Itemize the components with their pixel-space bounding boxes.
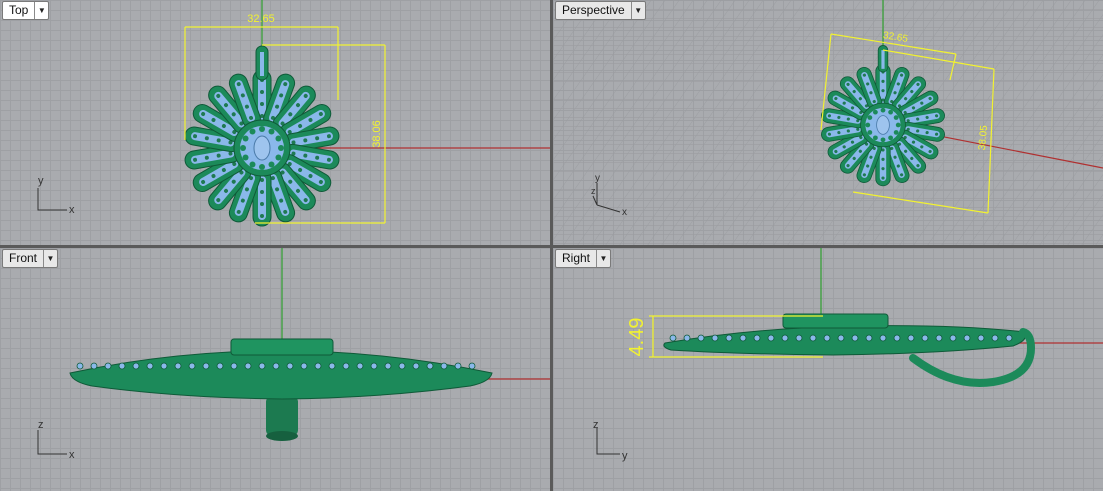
- axis-gizmo: [596, 428, 620, 455]
- gizmo-label-b: y: [622, 450, 628, 462]
- right-canvas: 4.49 z y: [593, 248, 1103, 462]
- gizmo-label-b: x: [69, 449, 75, 461]
- axis-gizmo: [37, 430, 67, 455]
- viewport-title: Perspective: [562, 3, 625, 17]
- dim-height-text: 38.05: [977, 124, 990, 150]
- front-canvas: z x: [37, 248, 550, 461]
- gizmo-label-a: y: [38, 175, 44, 187]
- chevron-down-icon[interactable]: ▼: [43, 250, 57, 267]
- viewport-title: Top: [9, 3, 29, 17]
- gizmo-label-b: x: [69, 204, 75, 216]
- pendant-side-profile: [663, 313, 1036, 387]
- viewport-top[interactable]: Top ▼ 32.65 38.06 y x: [0, 0, 550, 245]
- viewport-title: Front: [9, 251, 38, 265]
- chevron-down-icon[interactable]: ▼: [630, 2, 645, 19]
- viewport-label-front[interactable]: Front ▼: [2, 249, 59, 268]
- viewport-perspective[interactable]: Perspective ▼ 32.65 38.05 y z x: [553, 0, 1103, 245]
- viewport-label-top[interactable]: Top ▼: [2, 1, 50, 20]
- viewport-front[interactable]: Front ▼ z x: [0, 248, 550, 491]
- viewport-label-perspective[interactable]: Perspective ▼: [555, 1, 646, 20]
- pendant-side-profile: [69, 338, 493, 441]
- axis-gizmo: [37, 188, 67, 211]
- chevron-down-icon[interactable]: ▼: [34, 2, 48, 19]
- gem-settings: [76, 362, 476, 370]
- dim-width-text: 32.65: [247, 13, 275, 25]
- gizmo-label-a: z: [38, 419, 44, 431]
- viewport-label-right[interactable]: Right ▼: [555, 249, 612, 268]
- perspective-canvas: 32.65 38.05 y z x: [553, 0, 1103, 245]
- dim-thickness-text: 4.49: [626, 318, 648, 357]
- gizmo-label-c: x: [622, 207, 627, 218]
- viewport-right[interactable]: Right ▼ 4.49 z y: [553, 248, 1103, 491]
- flower-model: [184, 45, 340, 227]
- gizmo-label-b: z: [591, 186, 596, 196]
- top-canvas: 32.65 38.06 y x: [37, 0, 550, 227]
- viewport-title: Right: [562, 251, 591, 265]
- gizmo-label-a: z: [593, 419, 599, 431]
- dim-height-text: 38.06: [371, 120, 383, 148]
- chevron-down-icon[interactable]: ▼: [596, 250, 610, 267]
- gizmo-label-a: y: [595, 173, 600, 184]
